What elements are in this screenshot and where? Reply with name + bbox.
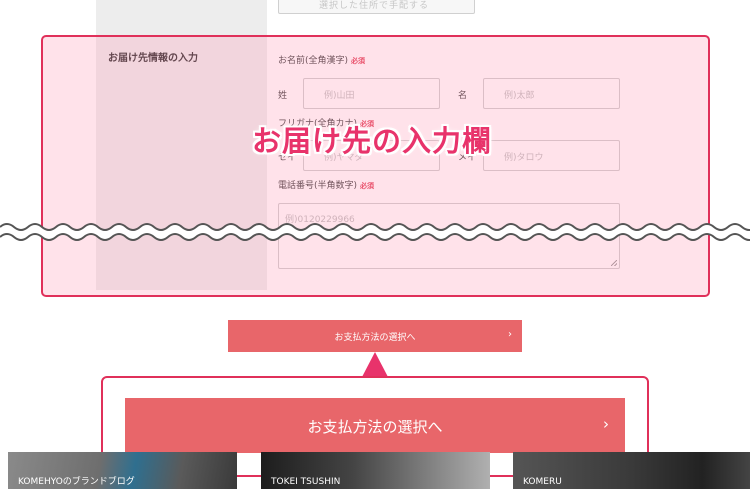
proceed-to-payment-button-zoomed[interactable]: お支払方法の選択へ › (125, 398, 625, 453)
banner-brand-blog[interactable]: KOMEHYOのブランドブログ (8, 452, 237, 489)
chevron-right-icon: › (508, 329, 512, 340)
callout-pointer (362, 352, 388, 377)
annotation-highlight (41, 35, 710, 297)
banner-caption: KOMERU (523, 477, 562, 487)
select-address-button-label: 選択した住所で手配する (319, 1, 430, 11)
banner-komeru[interactable]: KOMERU (513, 452, 750, 489)
proceed-to-payment-button[interactable]: お支払方法の選択へ › (228, 320, 522, 352)
section-label-column (96, 0, 267, 36)
annotation-caption: お届け先の入力欄 (252, 124, 493, 158)
proceed-button-label-zoomed: お支払方法の選択へ (307, 418, 443, 436)
proceed-button-label: お支払方法の選択へ (334, 333, 416, 343)
banner-tokei-tsushin[interactable]: TOKEI TSUSHIN (261, 452, 490, 489)
banner-caption: KOMEHYOのブランドブログ (18, 477, 135, 487)
select-address-button[interactable]: 選択した住所で手配する (278, 0, 475, 14)
wavy-cut-divider (0, 223, 750, 241)
chevron-right-icon: › (603, 415, 609, 433)
banner-caption: TOKEI TSUSHIN (271, 477, 341, 487)
